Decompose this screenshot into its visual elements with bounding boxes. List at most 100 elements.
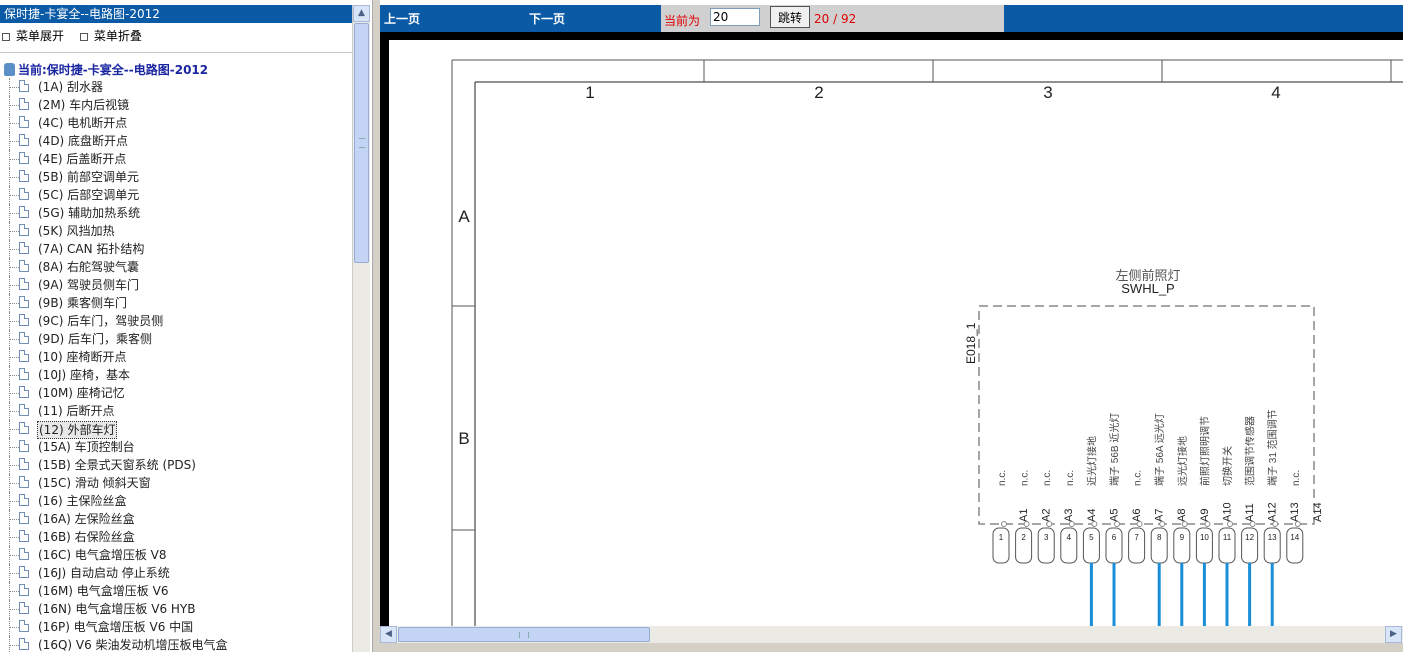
tree-connector	[10, 123, 19, 124]
prev-page-button[interactable]: 上一页	[384, 10, 420, 27]
tree-item[interactable]: (5G) 辅助加热系统	[0, 204, 352, 222]
tree-item[interactable]: (9D) 后车门，乘客侧	[0, 330, 352, 348]
tree-item[interactable]: (16B) 右保险丝盒	[0, 528, 352, 546]
tree-item[interactable]: (5C) 后部空调单元	[0, 186, 352, 204]
tree-item[interactable]: (9C) 后车门，驾驶员侧	[0, 312, 352, 330]
terminal-number: 5	[1089, 533, 1094, 542]
viewer-horizontal-scrollbar[interactable]: ◀ ▶	[380, 626, 1403, 643]
tree-connector	[10, 303, 19, 304]
column-number: 3	[1043, 83, 1052, 102]
diagram-viewer[interactable]: 1 2 3 4 A B 左侧前照灯 SWHL_P E018_1 n.c. n.c. n.c. n.c. 近…	[380, 32, 1403, 626]
page-number-input[interactable]	[710, 8, 760, 26]
expand-menu-button[interactable]: 菜单展开	[2, 29, 70, 43]
tree-item-label: (9C) 后车门，驾驶员侧	[38, 314, 164, 328]
tree-item[interactable]: (4E) 后盖断开点	[0, 150, 352, 168]
page-jump-box: 当前为 跳转 20 / 92	[661, 5, 1004, 32]
go-button[interactable]: 跳转	[770, 6, 810, 28]
tree-item[interactable]: (12) 外部车灯	[0, 420, 352, 439]
tree-item[interactable]: (2M) 车内后视镜	[0, 96, 352, 114]
terminal-number: 8	[1157, 533, 1162, 542]
tree-connector	[10, 645, 19, 646]
tree-item[interactable]: (15B) 全景式天窗系统 (PDS)	[0, 456, 352, 474]
document-icon	[19, 188, 29, 200]
row-letter: A	[458, 207, 470, 226]
tree-connector	[10, 87, 19, 88]
pin-label: 前照灯照明调节	[1198, 416, 1211, 486]
tree-item-label: (5G) 辅助加热系统	[38, 206, 141, 220]
tree-item[interactable]: (4D) 底盘断开点	[0, 132, 352, 150]
tree-item[interactable]: (10J) 座椅，基本	[0, 366, 352, 384]
tree-item[interactable]: (16N) 电气盒增压板 V6 HYB	[0, 600, 352, 618]
tree-item-label: (5B) 前部空调单元	[38, 170, 140, 184]
tree-item[interactable]: (16A) 左保险丝盒	[0, 510, 352, 528]
terminal-dot	[1023, 521, 1030, 527]
terminal-dot	[1272, 521, 1279, 527]
tree-item[interactable]: (5B) 前部空调单元	[0, 168, 352, 186]
connector-id: E018_1	[964, 322, 978, 364]
tree-item[interactable]: (7A) CAN 拓扑结构	[0, 240, 352, 258]
tree-item-label: (9B) 乘客侧车门	[38, 296, 128, 310]
tree-connector	[10, 105, 19, 106]
grip-icon	[519, 632, 529, 638]
pin-code: A12	[1267, 502, 1279, 522]
sidebar-scroll-thumb[interactable]	[354, 23, 369, 263]
document-icon	[19, 404, 29, 416]
tree-item[interactable]: (10M) 座椅记忆	[0, 384, 352, 402]
document-icon	[19, 584, 29, 596]
terminal-dot	[1204, 521, 1211, 527]
tree-item[interactable]: (16Q) V6 柴油发动机增压板电气盒	[0, 636, 352, 652]
tree-connector	[10, 483, 19, 484]
tree-item[interactable]: (9B) 乘客侧车门	[0, 294, 352, 312]
next-page-button[interactable]: 下一页	[529, 10, 565, 27]
tree-item-label: (4D) 底盘断开点	[38, 134, 129, 148]
sidebar-vertical-scrollbar[interactable]: ▲	[352, 5, 370, 652]
pin-label: n.c.	[1020, 470, 1031, 486]
tree-item[interactable]: (11) 后断开点	[0, 402, 352, 420]
pin-code: A6	[1131, 509, 1143, 522]
tree-item-label: (4C) 电机断开点	[38, 116, 128, 130]
tree-item[interactable]: (8A) 右舵驾驶气囊	[0, 258, 352, 276]
tree-item[interactable]: (16P) 电气盒增压板 V6 中国	[0, 618, 352, 636]
expand-menu-label: 菜单展开	[16, 29, 65, 43]
tree-item[interactable]: (16M) 电气盒增压板 V6	[0, 582, 352, 600]
tree-item-label: (16N) 电气盒增压板 V6 HYB	[38, 602, 196, 616]
document-icon	[19, 116, 29, 128]
status-strip	[380, 643, 1403, 652]
tree-item[interactable]: (15A) 车顶控制台	[0, 438, 352, 456]
scroll-right-button[interactable]: ▶	[1385, 626, 1402, 643]
tree-item-label: (16M) 电气盒增压板 V6	[38, 584, 169, 598]
document-icon	[19, 512, 29, 524]
tree-item[interactable]: (4C) 电机断开点	[0, 114, 352, 132]
pin-code: A2	[1041, 509, 1053, 522]
tree-item[interactable]: (16C) 电气盒增压板 V8	[0, 546, 352, 564]
viewer-scroll-thumb[interactable]	[398, 627, 650, 642]
tree-item[interactable]: (10) 座椅断开点	[0, 348, 352, 366]
tree-item[interactable]: (1A) 刮水器	[0, 78, 352, 96]
pin-code: A9	[1199, 509, 1211, 522]
tree-item[interactable]: (5K) 风挡加热	[0, 222, 352, 240]
tree-item-label: (10J) 座椅，基本	[38, 368, 130, 382]
tree-connector	[10, 501, 19, 502]
scroll-left-button[interactable]: ◀	[380, 626, 397, 643]
tree-item-label: (4E) 后盖断开点	[38, 152, 127, 166]
document-icon	[19, 242, 29, 254]
pin-label: n.c.	[1291, 470, 1302, 486]
current-root-node[interactable]: 当前:保时捷-卡宴全--电路图-2012	[4, 61, 208, 78]
pin-label: 近光灯接地	[1085, 436, 1098, 486]
tree-item[interactable]: (16J) 自动启动 停止系统	[0, 564, 352, 582]
terminal-dot	[1159, 521, 1166, 527]
tree-item[interactable]: (16) 主保险丝盒	[0, 492, 352, 510]
pin-code: A1	[1018, 509, 1030, 522]
document-icon	[19, 602, 29, 614]
pin-label: 端子 56B 近光灯	[1108, 413, 1121, 486]
scroll-up-button[interactable]: ▲	[353, 5, 370, 22]
tree-item[interactable]: (15C) 滑动 倾斜天窗	[0, 474, 352, 492]
document-icon	[19, 386, 29, 398]
document-icon	[19, 566, 29, 578]
collapse-menu-button[interactable]: 菜单折叠	[79, 29, 148, 43]
column-number: 1	[585, 83, 594, 102]
row-letter: B	[458, 429, 469, 448]
expand-icon	[2, 32, 10, 41]
tree-item[interactable]: (9A) 驾驶员侧车门	[0, 276, 352, 294]
document-icon	[19, 224, 29, 236]
